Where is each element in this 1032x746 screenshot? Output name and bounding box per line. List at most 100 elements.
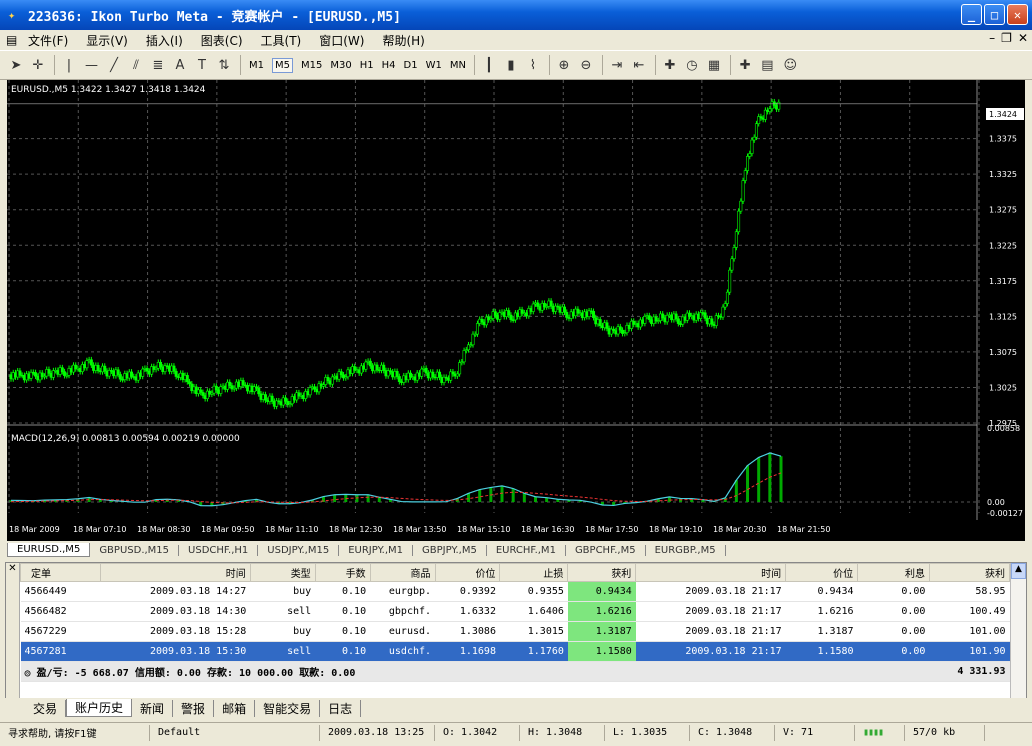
candle-body [480,318,484,323]
col-open-time[interactable]: 时间 [99,563,251,582]
periods-icon[interactable]: ◷ [686,58,698,73]
status-high: H: 1.3048 [520,724,605,741]
col-type[interactable]: 类型 [249,563,316,582]
text-icon[interactable]: A [174,58,186,73]
chart-tab-gbpjpy[interactable]: GBPJPY.,M5 [413,544,487,556]
table-row[interactable]: 4566482 2009.03.18 14:30 sell 0.10 gbpchf. 1.… [20,601,1010,622]
new-order-icon[interactable]: ✚ [739,58,751,73]
tab-news[interactable]: 新闻 [132,699,174,717]
minimize-button[interactable]: _ [961,4,982,25]
tf-m15[interactable]: M15 [301,60,322,71]
candle-body [172,365,176,372]
candle-chart-icon[interactable]: ▮ [505,58,517,73]
x-tick-label: 18 Mar 19:10 [649,525,702,534]
chart-svg[interactable]: EURUSD.,M5 1.3422 1.3427 1.3418 1.3424 M… [7,80,1025,541]
autoscroll-icon[interactable]: ⇥ [611,58,623,73]
tab-mailbox[interactable]: 邮箱 [214,699,256,717]
table-scrollbar[interactable]: ▲ [1010,563,1026,701]
candle-body [130,371,134,377]
tf-m5[interactable]: M5 [272,57,293,73]
close-button[interactable]: ✕ [1007,4,1028,25]
chart-tab-usdjpy[interactable]: USDJPY.,M15 [258,544,340,556]
arrow-icon[interactable]: ⇅ [218,58,230,73]
candle-body [714,315,718,326]
menu-help[interactable]: 帮助(H) [382,32,424,49]
menu-view[interactable]: 显示(V) [86,32,128,49]
line-chart-icon[interactable]: ⌇ [527,58,539,73]
tf-w1[interactable]: W1 [426,60,442,71]
y-tick-label: 1.3125 [989,312,1017,321]
chart-area[interactable]: EURUSD.,M5 1.3422 1.3427 1.3418 1.3424 M… [7,80,1025,541]
tab-experts[interactable]: 智能交易 [255,699,321,717]
col-tp[interactable]: 获利 [567,563,637,582]
fibonacci-icon[interactable]: ≣ [152,58,164,73]
tf-d1[interactable]: D1 [404,60,418,71]
tab-trade[interactable]: 交易 [25,699,67,717]
zoom-in-icon[interactable]: ⊕ [558,58,570,73]
menu-tools[interactable]: 工具(T) [261,32,302,49]
terminal-close-icon[interactable]: ✕ [6,563,19,574]
scroll-up-icon[interactable]: ▲ [1011,563,1026,579]
tab-journal[interactable]: 日志 [320,699,362,717]
tf-h1[interactable]: H1 [360,60,374,71]
chart-shift-icon[interactable]: ⇤ [633,58,645,73]
indicators-icon[interactable]: ✚ [664,58,676,73]
mdi-restore-icon[interactable]: ❐ [1001,31,1012,45]
tab-account-history[interactable]: 账户历史 [66,699,133,717]
status-profile[interactable]: Default [150,724,320,741]
chart-tab-eurusd[interactable]: EURUSD.,M5 [7,543,91,557]
menu-window[interactable]: 窗口(W) [319,32,364,49]
col-sl[interactable]: 止损 [499,563,569,582]
table-cell: 100.49 [929,601,1010,622]
col-order[interactable]: 定单 [20,563,101,582]
mdi-controls: – ❐ ✕ [989,31,1028,45]
templates-icon[interactable]: ▦ [708,58,720,73]
crosshair-icon[interactable]: ✛ [32,58,44,73]
tf-m1[interactable]: M1 [249,60,264,71]
table-row[interactable]: 4567281 2009.03.18 15:30 sell 0.10 usdchf. 1.… [20,641,1010,662]
tab-alerts[interactable]: 警报 [173,699,215,717]
col-swap[interactable]: 利息 [857,563,930,582]
col-lots[interactable]: 手数 [314,563,371,582]
doc-icon[interactable]: ▤ [6,33,20,47]
candle-body [647,315,651,320]
candle-body [743,170,747,181]
table-row[interactable]: 4567229 2009.03.18 15:28 buy 0.10 eurusd. 1.3… [20,621,1010,642]
profiles-icon[interactable]: ▤ [761,58,773,73]
col-close-price[interactable]: 价位 [785,563,859,582]
horizontal-line-icon[interactable]: — [85,58,98,73]
label-icon[interactable]: T [196,58,208,73]
trendline-icon[interactable]: ╱ [108,58,120,73]
menu-file[interactable]: 文件(F) [28,32,68,49]
zoom-out-icon[interactable]: ⊖ [580,58,592,73]
menu-charts[interactable]: 图表(C) [201,32,243,49]
col-symbol[interactable]: 商品 [369,563,436,582]
tf-mn[interactable]: MN [450,60,466,71]
chart-tab-eurchf[interactable]: EURCHF.,M1 [487,544,566,556]
col-open-price[interactable]: 价位 [434,563,501,582]
chart-tab-usdchf[interactable]: USDCHF.,H1 [179,544,259,556]
chart-tab-gbpchf[interactable]: GBPCHF.,M5 [566,544,646,556]
candle-body [618,326,622,331]
table-row[interactable]: 4566449 2009.03.18 14:27 buy 0.10 eurgbp. 0.9… [20,581,1010,602]
macd-tick-label: -0.00127 [987,509,1023,518]
col-close-time[interactable]: 时间 [635,563,787,582]
candle-body [563,306,567,313]
candle-body [263,394,267,401]
cursor-icon[interactable]: ➤ [10,58,22,73]
tf-h4[interactable]: H4 [382,60,396,71]
bar-chart-icon[interactable]: ┃ [483,58,495,73]
candle-body [60,367,64,372]
channel-icon[interactable]: ⫽ [130,58,142,73]
mdi-minimize-icon[interactable]: – [989,31,995,45]
maximize-button[interactable]: □ [984,4,1005,25]
chart-tab-eurgbp[interactable]: EURGBP.,M5 [646,544,726,556]
menu-insert[interactable]: 插入(I) [146,32,183,49]
col-profit[interactable]: 获利 [928,563,1011,582]
mdi-close-icon[interactable]: ✕ [1018,31,1028,45]
tf-m30[interactable]: M30 [330,60,351,71]
chart-tab-eurjpy[interactable]: EURJPY.,M1 [339,544,413,556]
expert-icon[interactable]: ☺ [784,58,798,73]
vertical-line-icon[interactable]: | [63,58,75,73]
chart-tab-gbpusd[interactable]: GBPUSD.,M15 [90,544,180,556]
